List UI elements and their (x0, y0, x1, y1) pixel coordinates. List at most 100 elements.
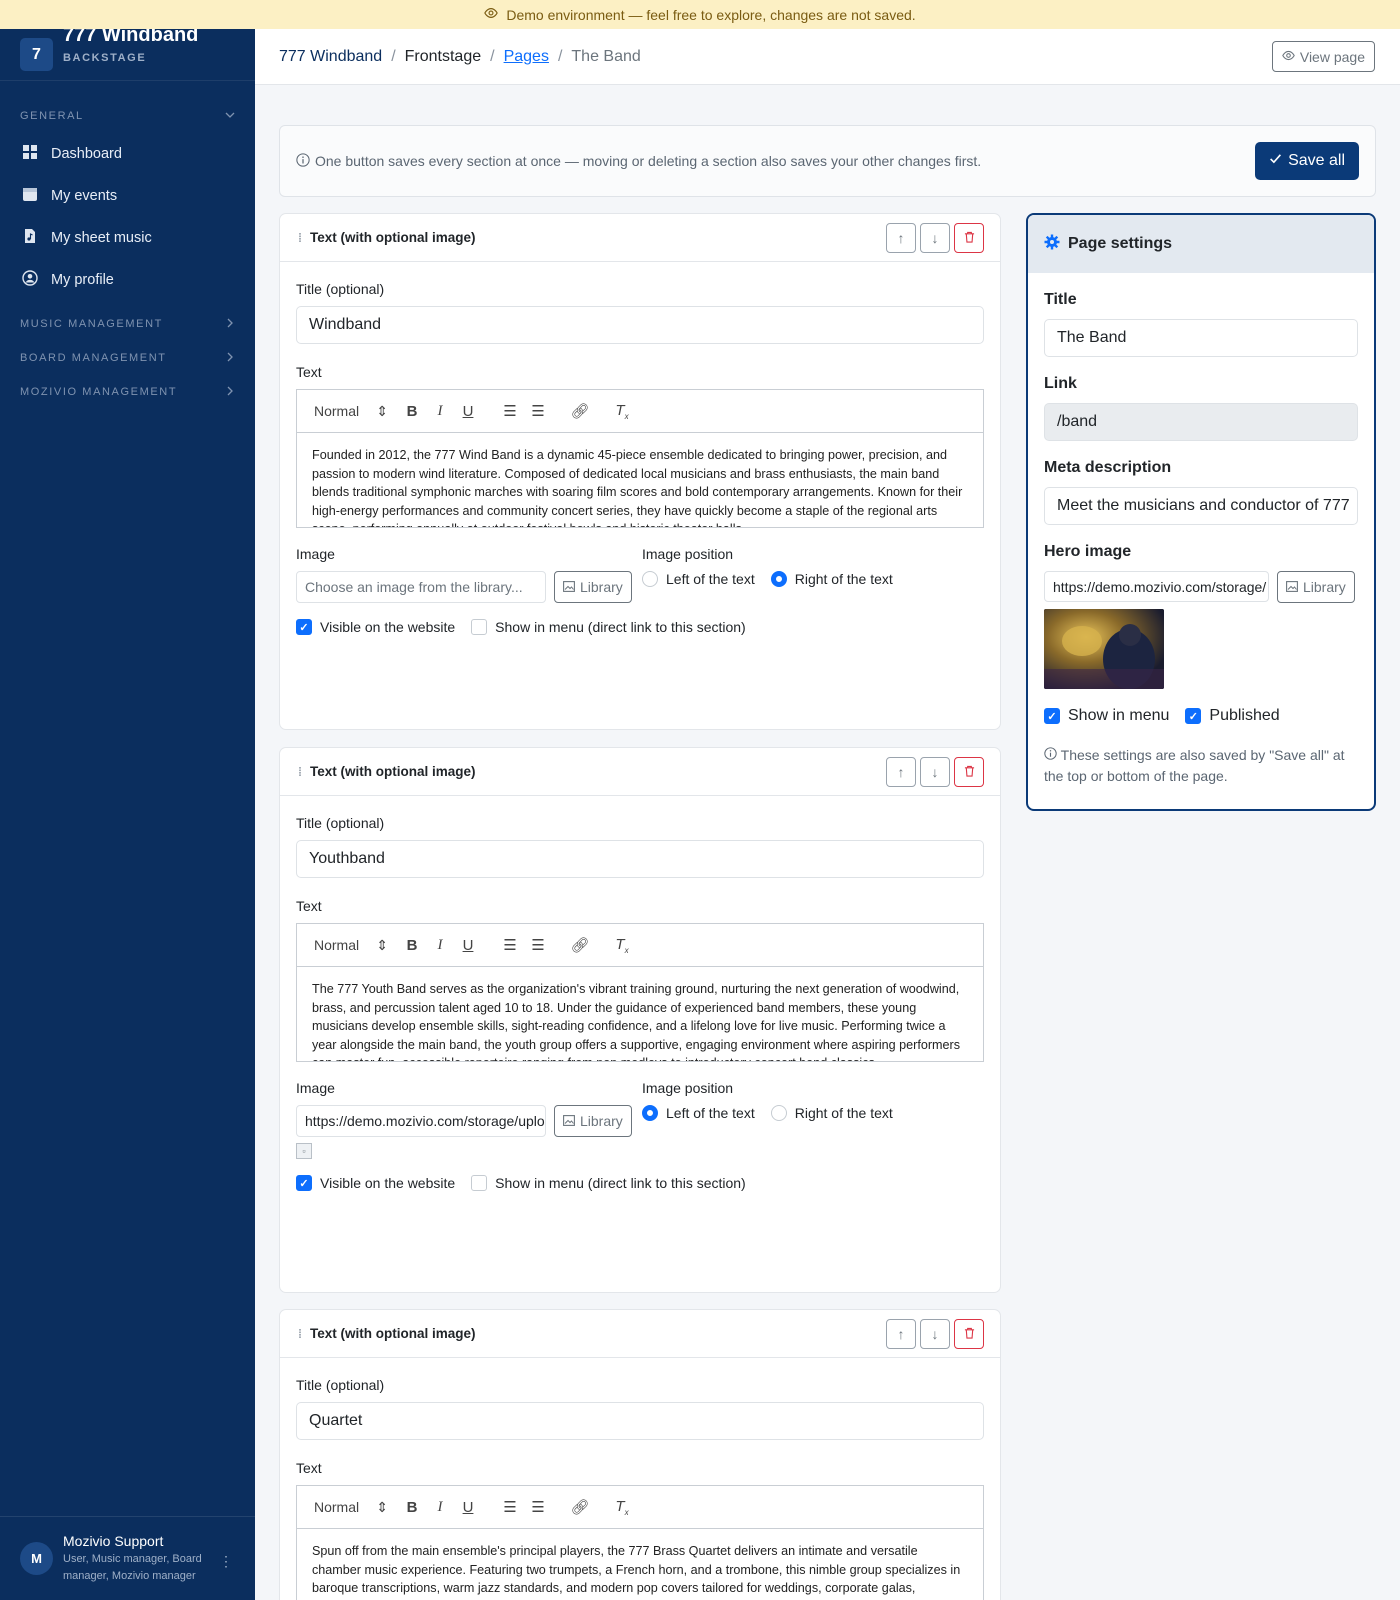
position-left-radio[interactable]: Left of the text (642, 1105, 755, 1121)
arrow-up-icon: ↑ (897, 763, 905, 780)
more-vertical-icon[interactable]: ⋮ (219, 1553, 233, 1570)
brand[interactable]: 7 777 Windband BACKSTAGE (0, 24, 255, 81)
library-button[interactable]: Library (554, 571, 632, 603)
delete-section-button[interactable] (954, 222, 984, 253)
eye-icon (484, 6, 499, 23)
ordered-list-icon[interactable]: ☰ (496, 1498, 524, 1516)
sidebar-item-dashboard[interactable]: Dashboard (0, 133, 255, 175)
format-select[interactable]: Normal ⇕ (314, 937, 398, 954)
save-all-button[interactable]: Save all (1255, 142, 1359, 180)
bold-icon[interactable]: B (398, 403, 426, 420)
nav-section-mozivio-management[interactable]: MOZIVIO MANAGEMENT (0, 375, 255, 409)
person-circle-icon (22, 270, 38, 290)
italic-icon[interactable]: I (426, 937, 454, 954)
drag-handle-icon[interactable]: ⁞ (298, 765, 302, 779)
move-up-button[interactable]: ↑ (886, 756, 916, 787)
image-icon (563, 1113, 575, 1129)
italic-icon[interactable]: I (426, 1499, 454, 1516)
image-label: Image (296, 546, 335, 562)
chevron-right-icon (225, 352, 235, 365)
avatar: M (20, 1542, 53, 1575)
image-input[interactable]: https://demo.mozivio.com/storage/uploads (296, 1105, 546, 1137)
underline-icon[interactable]: U (454, 1499, 482, 1516)
editor-content[interactable]: Spun off from the main ensemble's princi… (297, 1529, 983, 1600)
chevron-right-icon (225, 318, 235, 331)
sort-icon: ⇕ (376, 1498, 388, 1515)
sidebar-item-my-events[interactable]: My events (0, 175, 255, 217)
underline-icon[interactable]: U (454, 937, 482, 954)
position-left-radio[interactable]: Left of the text (642, 571, 755, 587)
position-right-radio[interactable]: Right of the text (770, 571, 893, 587)
check-icon (1269, 152, 1282, 170)
nav-section-board-management[interactable]: BOARD MANAGEMENT (0, 341, 255, 375)
nav-section-general[interactable]: GENERAL (0, 99, 255, 133)
clear-format-icon[interactable]: Tx (608, 1498, 636, 1517)
visible-checkbox[interactable]: ✓ Visible on the website (296, 619, 455, 635)
format-select[interactable]: Normal ⇕ (314, 403, 398, 420)
user-roles: User, Music manager, Board manager, Mozi… (63, 1552, 202, 1582)
title-label: Title (optional) (296, 281, 385, 297)
view-page-button[interactable]: View page (1271, 41, 1375, 72)
text-label: Text (296, 1460, 322, 1476)
section-title-input[interactable]: Windband (296, 306, 984, 344)
underline-icon[interactable]: U (454, 403, 482, 420)
move-down-button[interactable]: ↓ (920, 1318, 950, 1349)
rich-text-editor: Normal ⇕ B I U ☰ ☰ 🔗︎ Tx The 777 Youth Ba… (296, 923, 984, 1062)
settings-note: These settings are also saved by "Save a… (1044, 747, 1345, 784)
image-icon (563, 579, 575, 595)
page-link-input: /band (1044, 403, 1358, 441)
show-in-menu-checkbox[interactable]: Show in menu (direct link to this sectio… (471, 619, 746, 635)
hero-image-input[interactable]: https://demo.mozivio.com/storage/ (1044, 571, 1269, 602)
bullet-list-icon[interactable]: ☰ (524, 1498, 552, 1516)
settings-title-label: Title (1044, 291, 1077, 308)
nav-section-music-management[interactable]: MUSIC MANAGEMENT (0, 307, 255, 341)
bold-icon[interactable]: B (398, 1499, 426, 1516)
section-title-input[interactable]: Quartet (296, 1402, 984, 1440)
page-show-in-menu-checkbox[interactable]: ✓ Show in menu (1044, 707, 1169, 725)
hero-library-button[interactable]: Library (1277, 571, 1355, 603)
published-checkbox[interactable]: ✓ Published (1185, 707, 1280, 725)
title-label: Title (optional) (296, 815, 385, 831)
section-title-input[interactable]: Youthband (296, 840, 984, 878)
editor-content[interactable]: The 777 Youth Band serves as the organiz… (297, 967, 983, 1061)
clear-format-icon[interactable]: Tx (608, 402, 636, 421)
image-position-label: Image position (642, 546, 734, 562)
sidebar-item-my-profile[interactable]: My profile (0, 259, 255, 301)
breadcrumb-current: The Band (571, 47, 641, 65)
ordered-list-icon[interactable]: ☰ (496, 402, 524, 420)
visible-checkbox[interactable]: ✓ Visible on the website (296, 1175, 455, 1191)
editor-content[interactable]: Founded in 2012, the 777 Wind Band is a … (297, 433, 983, 527)
move-down-button[interactable]: ↓ (920, 756, 950, 787)
move-down-button[interactable]: ↓ (920, 222, 950, 253)
italic-icon[interactable]: I (426, 403, 454, 420)
clear-format-icon[interactable]: Tx (608, 936, 636, 955)
ordered-list-icon[interactable]: ☰ (496, 936, 524, 954)
bullet-list-icon[interactable]: ☰ (524, 936, 552, 954)
move-up-button[interactable]: ↑ (886, 1318, 916, 1349)
image-input[interactable]: Choose an image from the library... (296, 571, 546, 603)
sidebar-item-my-sheet-music[interactable]: My sheet music (0, 217, 255, 259)
image-label: Image (296, 1080, 335, 1096)
bold-icon[interactable]: B (398, 937, 426, 954)
delete-section-button[interactable] (954, 756, 984, 787)
user-menu[interactable]: M Mozivio Support User, Music manager, B… (0, 1516, 255, 1600)
breadcrumb-org[interactable]: 777 Windband (279, 48, 382, 66)
delete-section-button[interactable] (954, 1318, 984, 1349)
drag-handle-icon[interactable]: ⁞ (298, 1327, 302, 1341)
breadcrumb-pages-link[interactable]: Pages (504, 48, 549, 66)
bullet-list-icon[interactable]: ☰ (524, 402, 552, 420)
demo-banner-text: Demo environment — feel free to explore,… (506, 6, 916, 23)
meta-description-input[interactable]: Meet the musicians and conductor of 777 (1044, 487, 1358, 525)
editor-toolbar: Normal ⇕ B I U ☰ ☰ 🔗︎ Tx (297, 1486, 983, 1529)
library-button[interactable]: Library (554, 1105, 632, 1137)
drag-handle-icon[interactable]: ⁞ (298, 231, 302, 245)
page-title-input[interactable]: The Band (1044, 319, 1358, 357)
link-icon[interactable]: 🔗︎ (566, 402, 594, 420)
move-up-button[interactable]: ↑ (886, 222, 916, 253)
show-in-menu-checkbox[interactable]: Show in menu (direct link to this sectio… (471, 1175, 746, 1191)
link-icon[interactable]: 🔗︎ (566, 1498, 594, 1516)
format-select[interactable]: Normal ⇕ (314, 1499, 398, 1516)
link-icon[interactable]: 🔗︎ (566, 936, 594, 954)
position-right-radio[interactable]: Right of the text (770, 1105, 893, 1121)
text-label: Text (296, 364, 322, 380)
